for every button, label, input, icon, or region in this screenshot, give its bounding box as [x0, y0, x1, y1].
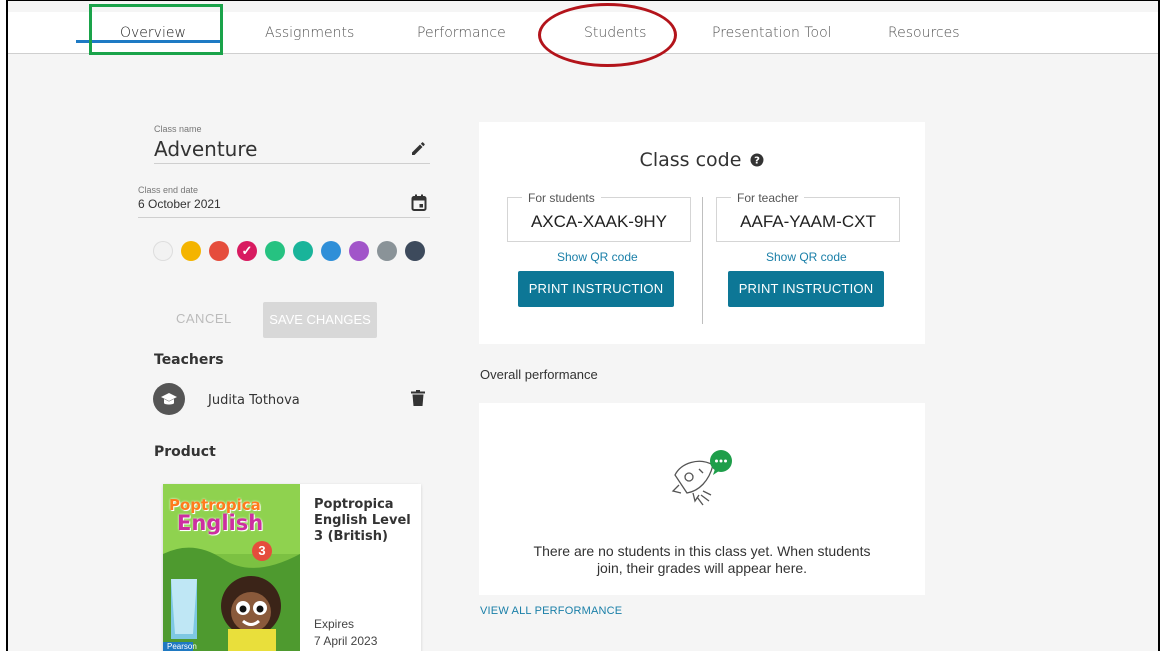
cancel-button[interactable]: CANCEL [176, 311, 232, 326]
color-swatch-white[interactable] [153, 241, 173, 261]
code-divider [702, 197, 703, 324]
class-code-card: Class code ? For students AXCA-XAAK-9HY … [479, 122, 925, 344]
student-code-value: AXCA-XAAK-9HY [530, 212, 668, 231]
student-print-instruction-button[interactable]: PRINT INSTRUCTION [518, 271, 674, 307]
tab-resources[interactable]: Resources [888, 12, 960, 54]
class-code-title: Class code ? [479, 149, 925, 171]
calendar-icon[interactable] [411, 194, 427, 216]
tab-performance[interactable]: Performance [417, 12, 506, 54]
teachers-heading: Teachers [154, 352, 224, 368]
color-swatch-navy[interactable] [405, 241, 425, 261]
performance-card: There are no students in this class yet.… [479, 403, 925, 595]
empty-state-message: There are no students in this class yet.… [499, 543, 905, 577]
product-title[interactable]: Poptropica English Level 3 (British) [314, 497, 414, 545]
overall-performance-heading: Overall performance [480, 367, 598, 382]
teacher-print-instruction-button[interactable]: PRINT INSTRUCTION [728, 271, 884, 307]
svg-text:?: ? [755, 156, 761, 167]
teacher-code-label: For teacher [731, 191, 805, 205]
class-name-underline [154, 163, 430, 164]
student-show-qr-link[interactable]: Show QR code [557, 250, 638, 264]
view-all-performance-link[interactable]: VIEW ALL PERFORMANCE [480, 605, 622, 617]
product-card[interactable]: Poptropica English 3 Pearson Poptropica … [163, 484, 421, 651]
avatar [153, 383, 185, 415]
teacher-code-value: AAFA-YAAM-CXT [740, 212, 876, 231]
annotation-highlight-box [89, 4, 223, 55]
color-swatch-teal[interactable] [293, 241, 313, 261]
product-cover-image: Poptropica English 3 Pearson [163, 484, 300, 651]
color-swatch-green[interactable] [265, 241, 285, 261]
color-swatch-magenta-selected[interactable]: ✓ [237, 241, 257, 261]
teacher-show-qr-link[interactable]: Show QR code [766, 250, 847, 264]
checkmark-icon: ✓ [241, 243, 253, 258]
help-icon[interactable]: ? [750, 153, 764, 167]
tab-presentation-tool[interactable]: Presentation Tool [712, 12, 832, 54]
cover-subtitle-text: English [177, 511, 264, 535]
empty-state-message-line2: join, their grades will appear here. [596, 560, 808, 576]
teacher-name: Judita Tothova [208, 393, 300, 408]
color-swatch-red[interactable] [209, 241, 229, 261]
color-swatch-yellow[interactable] [181, 241, 201, 261]
color-swatch-blue[interactable] [321, 241, 341, 261]
edit-pencil-icon[interactable] [410, 139, 428, 162]
cover-level-badge: 3 [252, 541, 272, 561]
student-code-box: For students AXCA-XAAK-9HY [507, 191, 691, 242]
teacher-code-box: For teacher AAFA-YAAM-CXT [716, 191, 900, 242]
class-name-label: Class name [154, 124, 202, 134]
product-heading: Product [154, 444, 216, 460]
rocket-icon [669, 449, 735, 518]
color-swatch-gray[interactable] [377, 241, 397, 261]
cover-publisher-text: Pearson [167, 642, 197, 651]
annotation-circle [538, 3, 677, 67]
end-date-underline [138, 217, 430, 218]
expires-label: Expires [314, 617, 355, 631]
class-name-field[interactable]: Adventure [154, 137, 257, 161]
student-code-label: For students [522, 191, 601, 205]
end-date-label: Class end date [138, 185, 199, 195]
tab-assignments[interactable]: Assignments [265, 12, 354, 54]
trash-icon[interactable] [411, 390, 425, 411]
graduation-cap-icon [161, 393, 177, 405]
save-changes-button[interactable]: SAVE CHANGES [263, 302, 377, 338]
expires-date: 7 April 2023 [314, 634, 378, 648]
empty-state-message-line1: There are no students in this class yet.… [533, 543, 871, 559]
color-swatch-purple[interactable] [349, 241, 369, 261]
class-code-title-text: Class code [639, 149, 742, 171]
end-date-field[interactable]: 6 October 2021 [138, 197, 221, 211]
